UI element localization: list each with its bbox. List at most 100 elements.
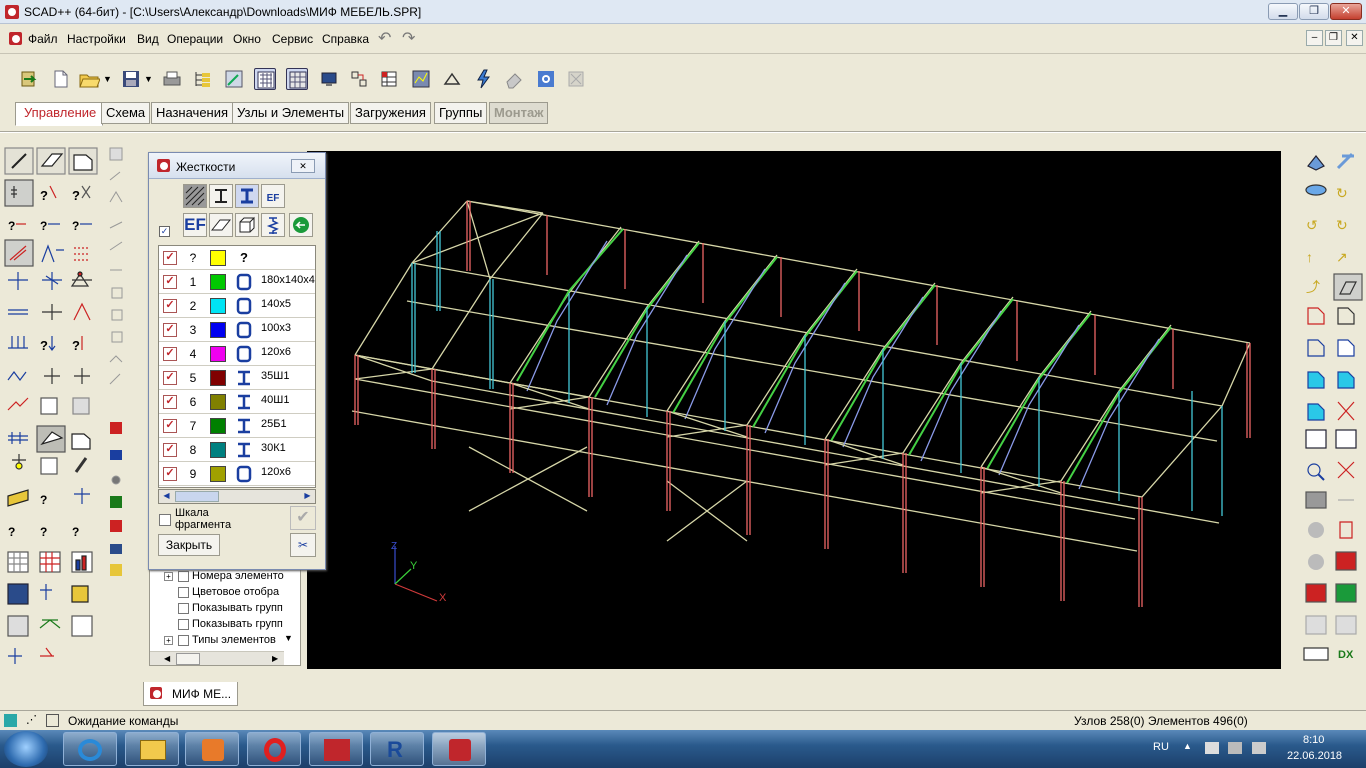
status-net-icon[interactable] [4,714,17,727]
print-icon[interactable] [161,68,183,90]
help-icon[interactable]: ✂ [290,533,316,557]
menu-window[interactable]: Окно [233,32,261,46]
table-row[interactable]: ✓ 5 35Ш1 [159,366,315,390]
tree-item[interactable]: + Типы элементов [150,633,284,649]
settings-gear-icon[interactable] [535,68,557,90]
table-row[interactable]: ✓ 9 120x6 [159,462,315,486]
table-hscroll[interactable]: ◀ ▶ [158,489,316,504]
node-tool-icon[interactable] [348,68,370,90]
scroll-left-icon[interactable]: ◀ [160,491,173,502]
tree-item[interactable]: Показывать групп [150,601,284,617]
left-toolbar-icons[interactable]: ? ? ? ? ? ? ? ? ?? ? [0,140,100,680]
table-row[interactable]: ✓ 4 120x6 [159,342,315,366]
tab-loads[interactable]: Загружения [350,102,431,124]
taskbar-scad-icon[interactable] [432,732,486,766]
row-checkbox[interactable]: ✓ [163,299,177,313]
tree-view-icon[interactable] [192,68,214,90]
forms-icon[interactable] [441,68,463,90]
tree-hscroll[interactable]: ◀ ▶ [150,651,284,665]
open-dropdown-icon[interactable]: ▼ [103,68,113,90]
mdi-restore-button[interactable]: ❐ [1325,30,1342,46]
tray-expand-icon[interactable]: ▲ [1183,741,1192,751]
scale-fragment-checkbox[interactable] [159,514,171,526]
row-checkbox[interactable]: ✓ [163,251,177,265]
row-checkbox[interactable]: ✓ [163,419,177,433]
tree-item[interactable]: Показывать групп [150,617,284,633]
redo-icon[interactable]: ↷ [402,28,415,48]
i-beam-icon[interactable] [209,184,233,208]
tab-management[interactable]: Управление [15,102,103,126]
structure-model[interactable]: Z X Y [307,151,1281,669]
menu-file[interactable]: Файл [28,32,58,46]
spring-icon[interactable] [261,213,285,237]
table-row[interactable]: ✓ 1 180x140x4 [159,270,315,294]
table-row[interactable]: ✓ 2 140x5 [159,294,315,318]
tree-item[interactable]: Цветовое отобра [150,585,284,601]
exit-icon[interactable] [18,68,40,90]
taskbar-opera-icon[interactable] [247,732,301,766]
app-icon[interactable] [5,5,19,19]
row-color-swatch[interactable] [210,466,226,482]
tab-nodes-elements[interactable]: Узлы и Элементы [232,102,350,124]
tray-date[interactable]: 22.06.2018 [1287,750,1342,762]
status-grid-icon[interactable] [46,714,59,727]
open-folder-icon[interactable] [78,68,101,90]
menu-settings[interactable]: Настройки [67,32,126,46]
row-checkbox[interactable]: ✓ [163,347,177,361]
tree-scroll-left-icon[interactable]: ◀ [164,654,170,663]
menu-help[interactable]: Справка [322,32,369,46]
disabled-tool-icon[interactable] [565,68,587,90]
hatch-section-icon[interactable] [183,184,207,208]
secondary-tool-icons[interactable] [102,140,130,580]
row-color-swatch[interactable] [210,442,226,458]
tab-assignments[interactable]: Назначения [151,102,234,124]
edit-schema-icon[interactable] [223,68,245,90]
start-button[interactable] [4,731,48,767]
tab-groups[interactable]: Группы [434,102,488,124]
table-grid-icon[interactable] [286,68,308,90]
row-color-swatch[interactable] [210,346,226,362]
undo-icon[interactable]: ↶ [378,28,391,48]
minimize-button[interactable]: ▁ [1268,3,1298,20]
row-color-swatch[interactable] [210,298,226,314]
lightning-icon[interactable] [472,68,494,90]
calculator-icon[interactable] [254,68,276,90]
row-checkbox[interactable]: ✓ [163,443,177,457]
solid-icon[interactable] [235,213,259,237]
doc-icon[interactable] [9,32,22,45]
menu-service[interactable]: Сервис [272,32,313,46]
select-all-checkbox[interactable]: ✓ [159,226,170,237]
postprocessor-icon[interactable] [410,68,432,90]
menu-operations[interactable]: Операции [167,32,223,46]
apply-check-icon[interactable]: ✔ [290,506,316,530]
row-color-swatch[interactable] [210,394,226,410]
menu-view[interactable]: Вид [137,32,159,46]
taskbar-media-icon[interactable] [185,732,239,766]
tree-scroll-down-icon[interactable]: ▼ [284,633,293,643]
row-checkbox[interactable]: ✓ [163,275,177,289]
back-arrow-icon[interactable] [289,213,313,237]
save-dropdown-icon[interactable]: ▼ [144,68,154,90]
tree-scroll-right-icon[interactable]: ▶ [272,654,278,663]
tray-flag-icon[interactable] [1205,742,1219,754]
dialog-title-bar[interactable]: Жесткости ✕ [149,153,325,179]
table-row[interactable]: ✓ 8 30К1 [159,438,315,462]
row-color-swatch[interactable] [210,370,226,386]
scroll-right-icon[interactable]: ▶ [301,491,314,502]
taskbar-revit-icon[interactable]: R [370,732,424,766]
row-color-swatch[interactable] [210,418,226,434]
table-row[interactable]: ✓ 7 25Б1 [159,414,315,438]
plate-icon[interactable] [209,213,233,237]
status-node-icon[interactable]: ⋰ [26,713,37,726]
dialog-close-button[interactable]: ✕ [291,159,315,173]
document-tab[interactable]: МИФ МЕ... [143,682,238,706]
row-checkbox[interactable]: ✓ [163,323,177,337]
scroll-thumb[interactable] [175,491,219,502]
taskbar-autocad-icon[interactable] [309,732,363,766]
table-row[interactable]: ✓ 3 100x3 [159,318,315,342]
tab-schema[interactable]: Схема [101,102,151,124]
mdi-minimize-button[interactable]: – [1306,30,1323,46]
new-file-icon[interactable] [49,68,71,90]
table-row[interactable]: ✓ 6 40Ш1 [159,390,315,414]
row-color-swatch[interactable] [210,274,226,290]
